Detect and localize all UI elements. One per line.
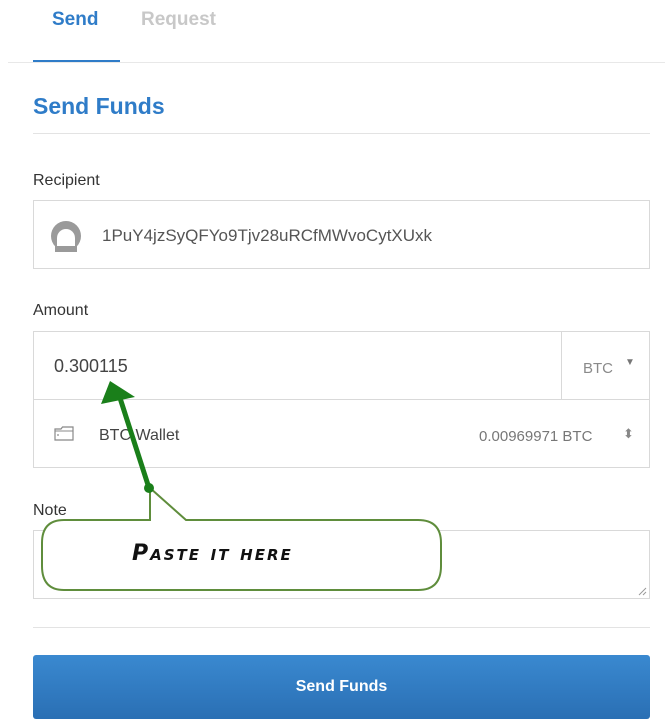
currency-select[interactable]: BTC ▼ xyxy=(561,332,649,399)
form-divider xyxy=(33,627,650,628)
note-field[interactable] xyxy=(33,530,650,599)
wallet-icon xyxy=(54,426,74,441)
arrow-origin-dot xyxy=(144,483,154,493)
tab-bar: Send Request xyxy=(0,0,665,63)
sort-icon: ⬍ xyxy=(623,426,634,441)
amount-input[interactable]: 0.300115 xyxy=(54,356,128,377)
tab-divider xyxy=(8,62,665,63)
avatar-icon xyxy=(51,221,81,252)
callout-text: Paste it here xyxy=(132,541,293,566)
recipient-field[interactable]: 1PuY4jzSyQFYo9Tjv28uRCfMWvoCytXUxk xyxy=(33,200,650,269)
title-divider xyxy=(33,133,650,134)
amount-label: Amount xyxy=(33,302,89,319)
caret-down-icon: ▼ xyxy=(625,357,635,368)
amount-field[interactable]: 0.300115 BTC ▼ xyxy=(33,331,650,400)
currency-label: BTC xyxy=(583,360,613,377)
recipient-label: Recipient xyxy=(33,172,100,189)
send-funds-label: Send Funds xyxy=(295,678,388,695)
wallet-balance: 0.00969971 BTC xyxy=(479,428,593,445)
resize-handle-icon[interactable] xyxy=(637,586,647,596)
note-label: Note xyxy=(33,502,67,519)
wallet-name: BTC Wallet xyxy=(99,427,180,444)
recipient-address[interactable]: 1PuY4jzSyQFYo9Tjv28uRCfMWvoCytXUxk xyxy=(102,226,432,246)
wallet-select[interactable]: BTC Wallet 0.00969971 BTC ⬍ xyxy=(33,399,650,468)
tab-request[interactable]: Request xyxy=(141,9,216,31)
tab-send[interactable]: Send xyxy=(52,9,98,31)
send-funds-button[interactable]: Send Funds xyxy=(33,655,650,719)
page-title: Send Funds xyxy=(33,93,165,119)
